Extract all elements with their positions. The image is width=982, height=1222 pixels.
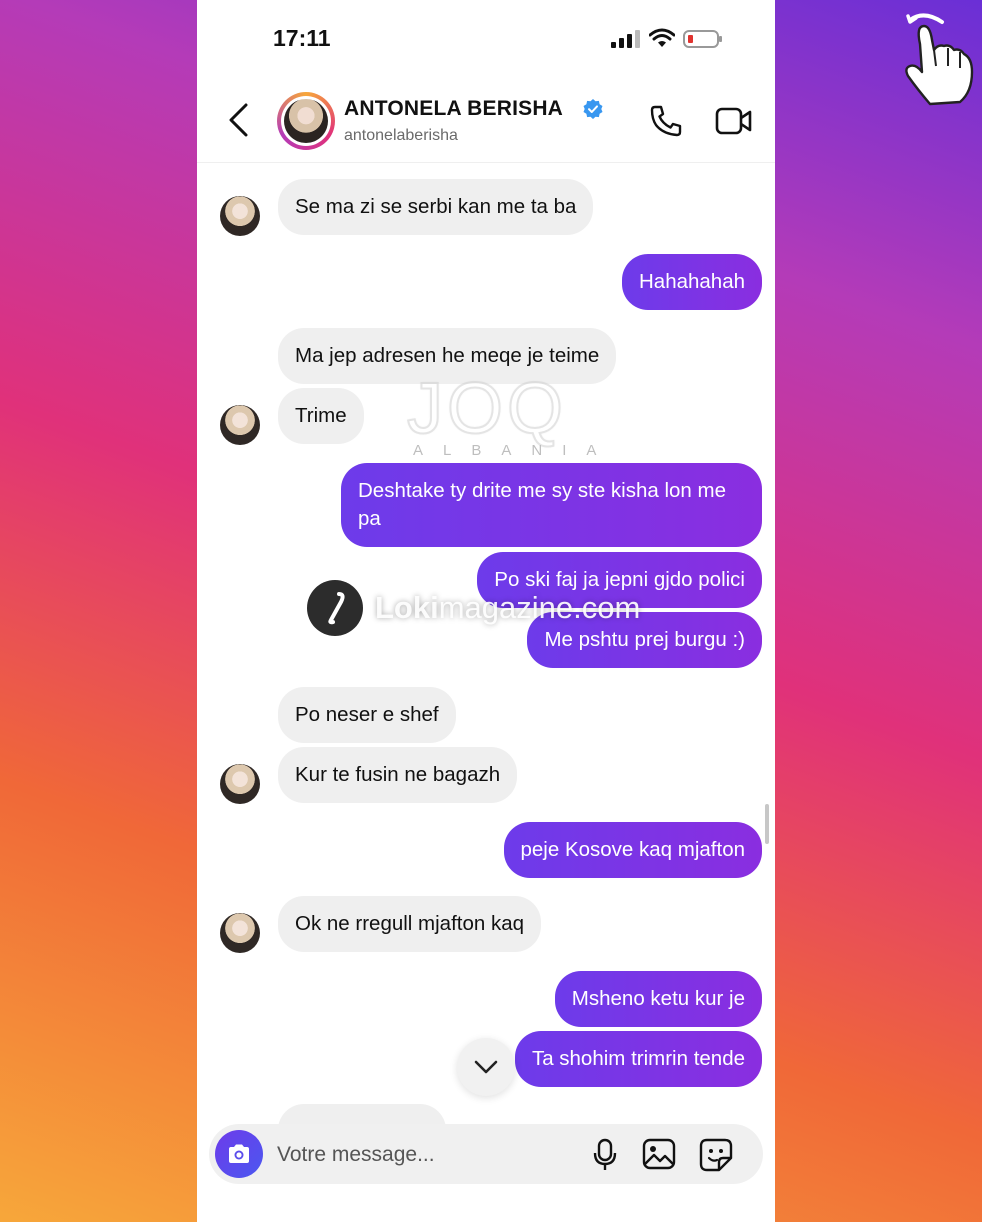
sender-avatar	[220, 405, 260, 445]
battery-icon	[683, 30, 722, 48]
camera-button[interactable]	[215, 1130, 263, 1178]
signal-icon	[611, 30, 640, 48]
sender-avatar	[220, 913, 260, 953]
video-call-icon[interactable]	[715, 106, 753, 136]
status-bar: 17:11	[197, 0, 775, 72]
scrollbar[interactable]	[765, 804, 769, 844]
lokimagazine-watermark: Lokimagazine.com	[307, 580, 667, 636]
contact-username: antonelaberisha	[344, 127, 458, 144]
phone-call-icon[interactable]	[649, 104, 683, 138]
gallery-icon[interactable]	[642, 1138, 676, 1170]
swipe-hand-icon	[905, 13, 974, 106]
contact-avatar[interactable]	[277, 92, 335, 150]
wifi-icon	[649, 28, 675, 47]
status-time: 17:11	[273, 25, 331, 51]
message-composer	[209, 1124, 763, 1184]
sender-avatar	[220, 196, 260, 236]
message-sent[interactable]: peje Kosove kaq mjafton	[503, 822, 762, 878]
scroll-to-bottom-button[interactable]	[457, 1038, 515, 1096]
sender-avatar	[220, 764, 260, 804]
loki-logo	[307, 580, 363, 636]
microphone-icon[interactable]	[593, 1138, 617, 1172]
verified-badge-icon	[583, 99, 603, 119]
message-received[interactable]: Se ma zi se serbi kan me ta ba	[278, 179, 594, 235]
message-received[interactable]: Po neser e shef	[278, 687, 456, 743]
message-sent[interactable]: Ta shohim trimrin tende	[514, 1031, 762, 1087]
camera-icon	[229, 1144, 249, 1163]
back-arrow-icon[interactable]	[227, 102, 249, 138]
message-sent[interactable]: Msheno ketu kur je	[554, 971, 762, 1027]
message-sent[interactable]: Hahahahah	[621, 254, 762, 310]
message-received[interactable]: Trime	[278, 388, 364, 444]
contact-name[interactable]: ANTONELA BERISHA	[344, 97, 563, 121]
phone-screen: 17:11 ANTONELA BERISHA antonelaberisha S…	[197, 0, 775, 1222]
chevron-down-icon	[474, 1060, 498, 1074]
chat-header: ANTONELA BERISHA antonelaberisha	[197, 80, 775, 163]
sticker-icon[interactable]	[699, 1138, 733, 1172]
message-received[interactable]: Kur te fusin ne bagazh	[278, 747, 518, 803]
message-input[interactable]	[275, 1136, 569, 1174]
message-sent[interactable]: Deshtake ty drite me sy ste kisha lon me…	[341, 463, 762, 547]
message-received[interactable]: Ok ne rregull mjafton kaq	[278, 896, 542, 952]
joq-albania-watermark: JOQ ALBANIA	[406, 368, 617, 459]
